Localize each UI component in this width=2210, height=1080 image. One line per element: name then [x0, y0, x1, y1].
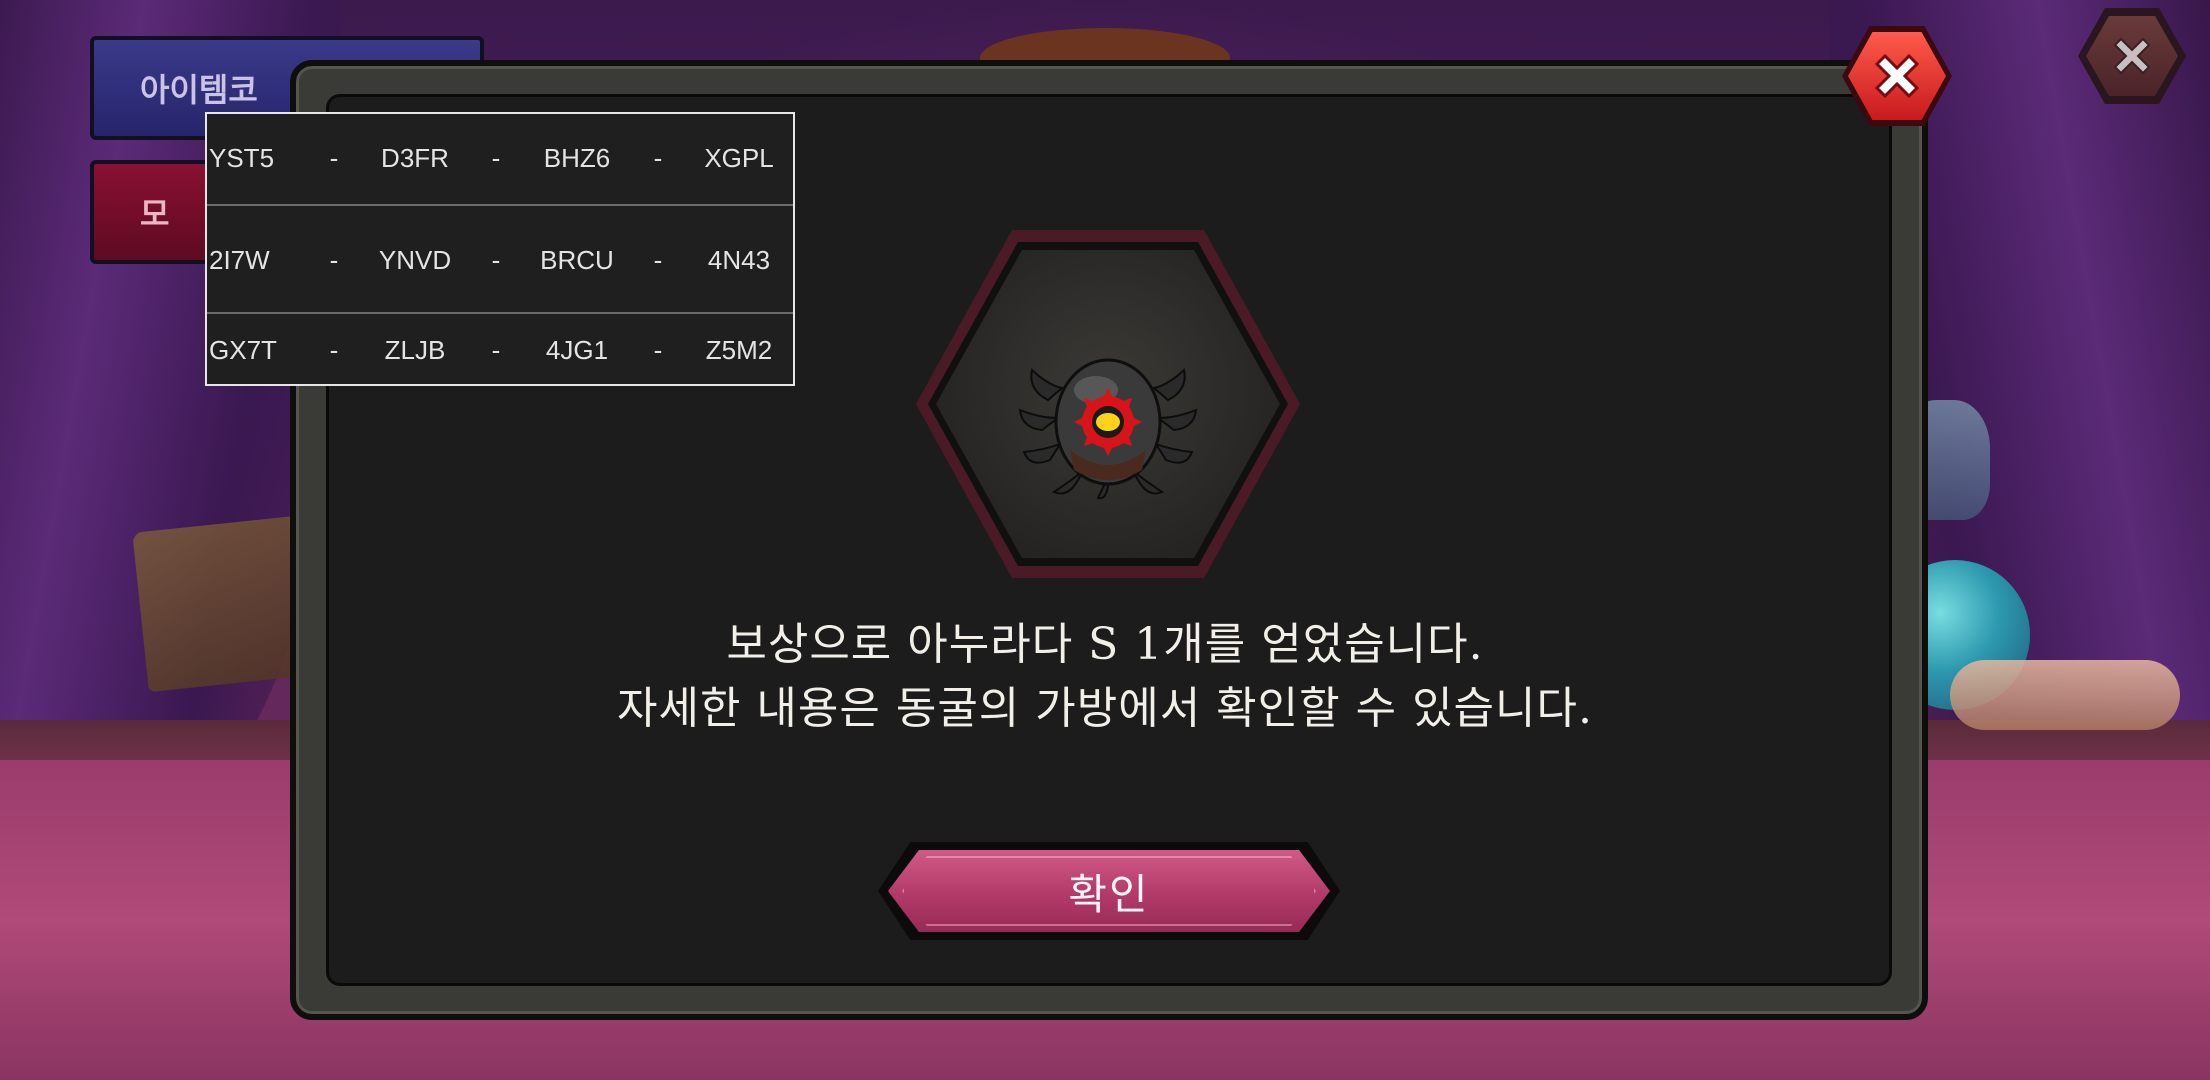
confirm-button[interactable]: 확인 [888, 850, 1330, 932]
code-row: YST5 - D3FR - BHZ6 - XGPL [207, 114, 793, 202]
code-separator: - [653, 334, 663, 365]
code-cell: Z5M2 [705, 334, 773, 365]
code-cell: GX7T [209, 334, 277, 365]
code-cell: BHZ6 [543, 142, 611, 173]
confirm-button-label: 확인 [1068, 869, 1150, 919]
code-separator: - [653, 142, 663, 173]
reward-message-line-2: 자세한 내용은 동굴의 가방에서 확인할 수 있습니다. [617, 683, 1593, 734]
code-separator: - [491, 244, 501, 275]
item-code-button-label: 아이템코 [140, 71, 258, 109]
code-separator: - [329, 142, 339, 173]
code-separator: - [329, 244, 339, 275]
code-cell: 4N43 [707, 244, 771, 275]
anuradha-s-item-icon [1018, 358, 1198, 500]
code-row: GX7T - ZLJB - 4JG1 - Z5M2 [207, 312, 793, 386]
code-separator: - [491, 334, 501, 365]
code-separator: - [491, 142, 501, 173]
code-cell: D3FR [381, 142, 449, 173]
code-row: 2I7W - YNVD - BRCU - 4N43 [207, 204, 793, 314]
code-cell: XGPL [704, 142, 774, 173]
code-cell: YST5 [209, 142, 275, 173]
code-cell: ZLJB [384, 334, 446, 365]
code-separator: - [329, 334, 339, 365]
reward-message-line-1: 보상으로 아누라다 S 1개를 얻었습니다. [726, 619, 1484, 670]
close-x-icon [1874, 53, 1920, 99]
code-cell: 4JG1 [545, 334, 609, 365]
code-cell: BRCU [540, 244, 614, 275]
code-cell: 2I7W [209, 244, 270, 275]
code-separator: - [653, 244, 663, 275]
paper-scroll [1950, 660, 2180, 730]
code-cell: YNVD [378, 244, 452, 275]
close-x-icon [2113, 37, 2151, 75]
secondary-menu-button-label: 모 [140, 195, 170, 233]
coupon-code-table: YST5 - D3FR - BHZ6 - XGPL 2I7W - YNVD - … [205, 112, 795, 386]
